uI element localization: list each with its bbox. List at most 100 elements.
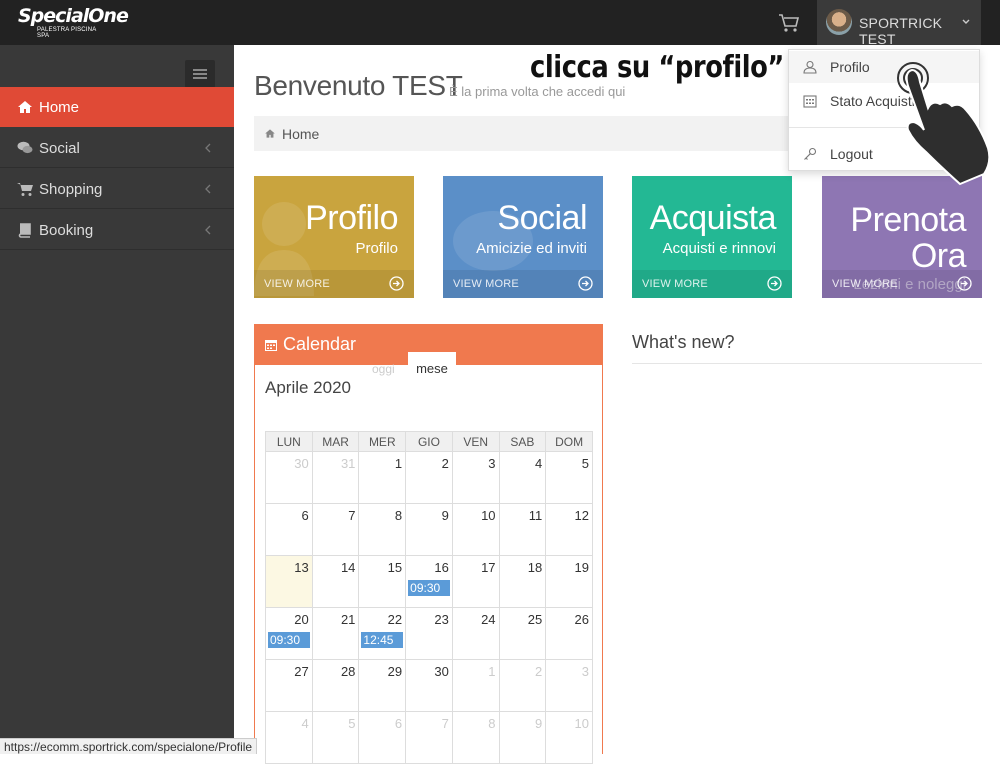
view-more-link[interactable]: VIEW MORE <box>264 278 330 290</box>
sidebar: Home Social Shopping Booking <box>0 45 234 754</box>
tile-footer[interactable]: VIEW MORE <box>822 270 982 298</box>
calendar-day[interactable]: 10 <box>451 503 500 556</box>
calendar-day[interactable]: 30 <box>405 659 453 712</box>
day-number: 1 <box>394 456 403 471</box>
calendar-day[interactable]: 7 <box>405 711 453 764</box>
calendar-day[interactable]: 26 <box>545 607 593 660</box>
calendar-day[interactable]: 1 <box>358 451 407 504</box>
calendar-day[interactable]: 15 <box>358 555 407 608</box>
calendar-event[interactable]: 12:45 <box>361 632 404 648</box>
day-number: 28 <box>340 664 356 679</box>
tile-prenota-ora[interactable]: Prenota Ora Lezioni e noleggi VIEW MORE <box>822 176 982 298</box>
cart-icon <box>17 183 33 196</box>
calendar-day[interactable]: 20 09:30 <box>265 607 313 660</box>
calendar-day[interactable]: 17 <box>451 555 500 608</box>
page-subtitle: È la prima volta che accedi qui <box>449 84 626 99</box>
divider <box>632 363 982 364</box>
whats-new-title: What's new? <box>632 332 735 352</box>
breadcrumb-home[interactable]: Home <box>282 126 319 142</box>
view-more-link[interactable]: VIEW MORE <box>453 278 519 290</box>
weekday-header: LUN <box>265 431 313 452</box>
day-number: 22 <box>387 612 403 627</box>
sidebar-toggle-button[interactable] <box>185 60 215 88</box>
calendar-day[interactable]: 4 <box>265 711 313 764</box>
calendar-day[interactable]: 24 <box>451 607 500 660</box>
tile-footer[interactable]: VIEW MORE <box>632 270 792 298</box>
calendar-day[interactable]: 28 <box>311 659 360 712</box>
day-number: 16 <box>434 560 449 575</box>
day-number: 10 <box>481 508 496 523</box>
calendar-day[interactable]: 5 <box>545 451 593 504</box>
brand-logo[interactable]: SpecialOne PALESTRA PISCINA SPA <box>18 5 129 41</box>
home-icon <box>18 101 32 113</box>
weekday-header: VEN <box>451 431 500 452</box>
calendar-day[interactable]: 9 <box>498 711 547 764</box>
sidebar-item-social[interactable]: Social <box>0 128 234 168</box>
calendar-day[interactable]: 4 <box>498 451 547 504</box>
day-number: 5 <box>581 456 589 471</box>
calendar-day[interactable]: 12 <box>545 503 593 556</box>
calendar-day[interactable]: 16 09:30 <box>405 555 453 608</box>
calendar-event[interactable]: 09:30 <box>268 632 310 648</box>
day-number: 6 <box>394 716 403 731</box>
calendar-day[interactable]: 29 <box>358 659 407 712</box>
menu-item-label: Logout <box>830 146 873 162</box>
calendar-week-row: 4 5 6 7 8 9 10 <box>265 711 593 764</box>
calendar-day[interactable]: 3 <box>545 659 593 712</box>
calendar-icon <box>265 340 277 351</box>
calendar-day[interactable]: 1 <box>451 659 500 712</box>
calendar-event[interactable]: 09:30 <box>408 580 451 596</box>
calendar-day[interactable]: 6 <box>265 503 313 556</box>
calendar-day[interactable]: 6 <box>358 711 407 764</box>
tile-footer[interactable]: VIEW MORE <box>254 270 414 298</box>
sidebar-item-home[interactable]: Home <box>0 87 234 127</box>
weekday-header: MAR <box>311 431 360 452</box>
tile-title: Acquista <box>649 199 777 237</box>
day-number: 19 <box>574 560 589 575</box>
tab-month[interactable]: mese <box>408 352 456 378</box>
page-title: Benvenuto TEST <box>254 70 463 101</box>
calendar-day[interactable]: 30 <box>265 451 313 504</box>
arrow-circle-right-icon <box>389 276 404 291</box>
day-number: 1 <box>488 664 496 679</box>
day-number: 17 <box>481 560 496 575</box>
calendar-day[interactable]: 8 <box>358 503 407 556</box>
calendar-day[interactable]: 10 <box>545 711 593 764</box>
tile-acquista[interactable]: Acquista Acquisti e rinnovi VIEW MORE <box>632 176 792 298</box>
calendar-day[interactable]: 2 <box>405 451 453 504</box>
calendar-day[interactable]: 8 <box>451 711 500 764</box>
view-more-link[interactable]: VIEW MORE <box>832 278 898 290</box>
tile-profilo[interactable]: Profilo Profilo VIEW MORE <box>254 176 414 298</box>
calendar-day[interactable]: 22 12:45 <box>358 607 407 660</box>
calendar-day[interactable]: 27 <box>265 659 313 712</box>
sidebar-item-label: Home <box>39 99 80 116</box>
calendar-day[interactable]: 7 <box>311 503 360 556</box>
calendar-day[interactable]: 9 <box>405 503 453 556</box>
day-number: 12 <box>574 508 589 523</box>
calendar-day[interactable]: 18 <box>498 555 547 608</box>
cart-icon[interactable] <box>778 13 800 33</box>
calendar-day[interactable]: 25 <box>498 607 547 660</box>
calendar-day[interactable]: 11 <box>498 503 547 556</box>
calendar-day[interactable]: 19 <box>545 555 593 608</box>
tile-social[interactable]: Social Amicizie ed inviti VIEW MORE <box>443 176 603 298</box>
calendar-day[interactable]: 13 <box>265 555 313 608</box>
calendar-day[interactable]: 3 <box>451 451 500 504</box>
chevron-left-icon <box>205 143 211 153</box>
view-more-link[interactable]: VIEW MORE <box>642 278 708 290</box>
sidebar-item-booking[interactable]: Booking <box>0 210 234 250</box>
book-icon <box>18 223 31 238</box>
calendar-day[interactable]: 2 <box>498 659 547 712</box>
user-menu-toggle[interactable]: SPORTRICK TEST <box>817 0 981 47</box>
calendar-day[interactable]: 14 <box>311 555 360 608</box>
calendar-day[interactable]: 21 <box>311 607 360 660</box>
tab-today[interactable]: oggi <box>372 362 395 376</box>
calendar-day[interactable]: 23 <box>405 607 453 660</box>
calendar-day[interactable]: 31 <box>311 451 360 504</box>
calendar-day[interactable]: 5 <box>311 711 360 764</box>
sidebar-item-shopping[interactable]: Shopping <box>0 169 234 209</box>
sidebar-item-label: Booking <box>39 222 94 239</box>
comments-icon <box>17 141 33 154</box>
chevron-down-icon <box>962 19 970 24</box>
tile-footer[interactable]: VIEW MORE <box>443 270 603 298</box>
